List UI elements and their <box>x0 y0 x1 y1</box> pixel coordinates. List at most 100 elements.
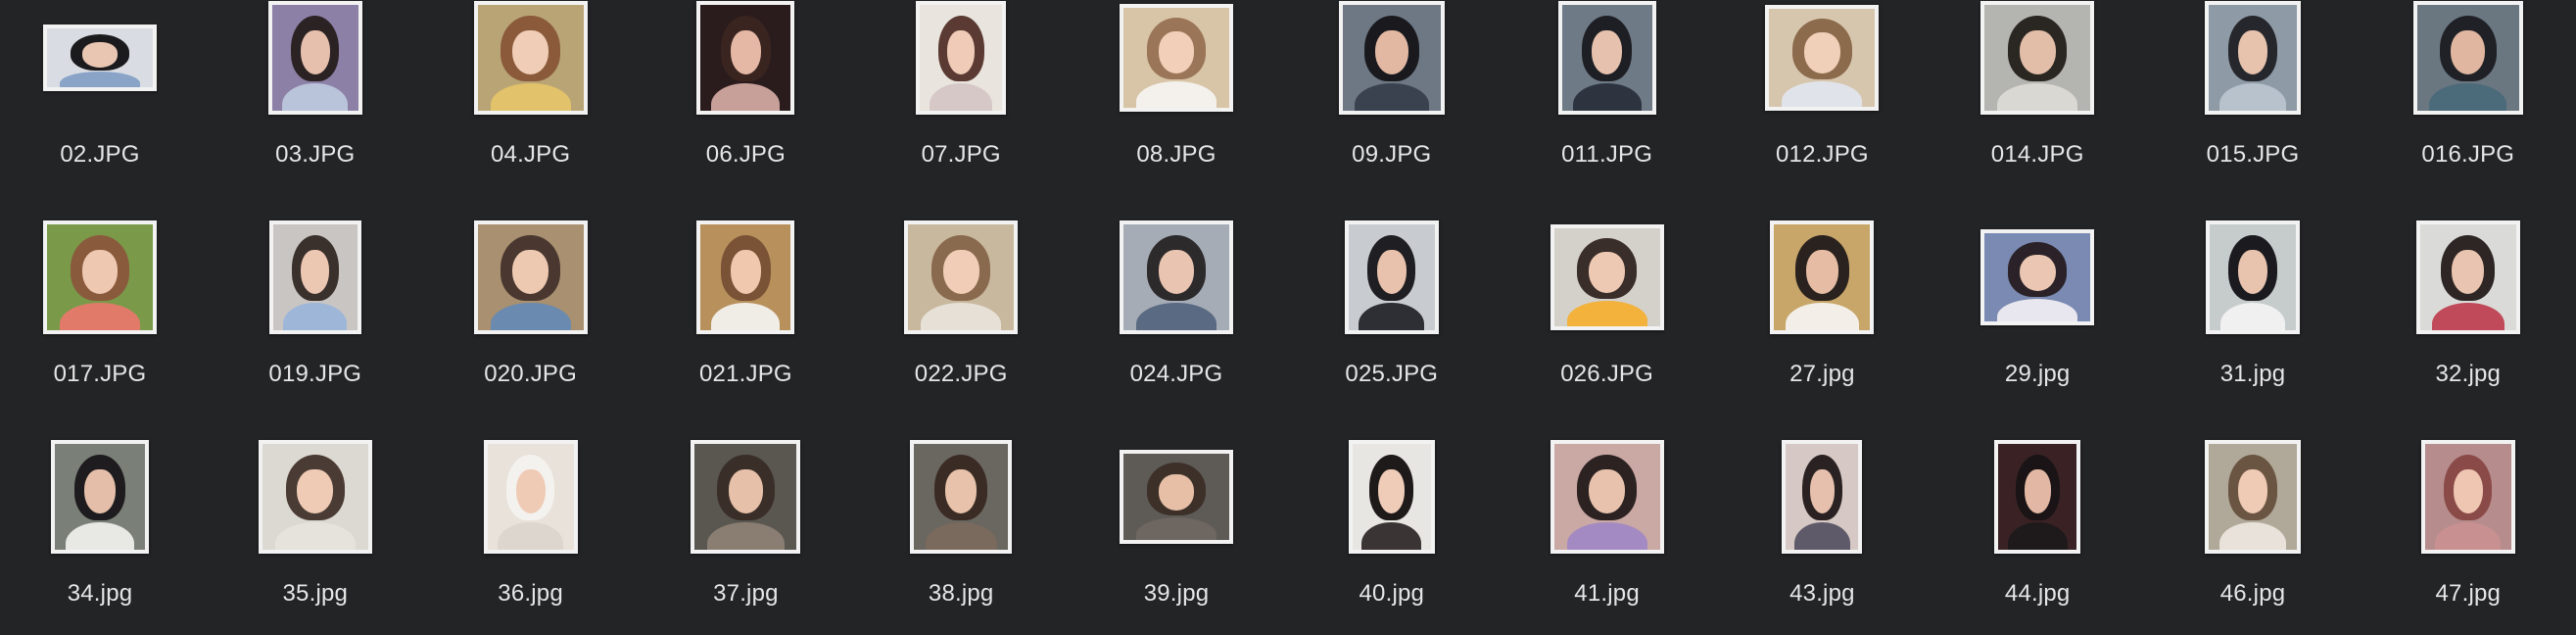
image-thumbnail[interactable] <box>1557 1 1656 115</box>
image-thumbnail[interactable] <box>1782 440 1863 554</box>
thumbnail-container <box>1724 439 1920 555</box>
file-item[interactable]: 015.JPG <box>2155 0 2351 196</box>
image-thumbnail[interactable] <box>1120 450 1233 544</box>
image-thumbnail[interactable] <box>1550 224 1664 330</box>
thumbnail-container <box>863 220 1059 335</box>
file-name-label: 43.jpg <box>1789 580 1855 607</box>
image-thumbnail[interactable] <box>1344 220 1439 334</box>
file-item[interactable]: 06.JPG <box>647 0 843 196</box>
thumbnail-container <box>647 220 843 335</box>
file-name-label: 011.JPG <box>1561 141 1653 168</box>
image-thumbnail[interactable] <box>2415 220 2520 334</box>
file-item[interactable]: 41.jpg <box>1509 439 1705 635</box>
thumbnail-container <box>647 0 843 116</box>
image-thumbnail[interactable] <box>2205 440 2301 554</box>
file-item[interactable]: 02.JPG <box>2 0 198 196</box>
file-item[interactable]: 36.jpg <box>433 439 629 635</box>
image-thumbnail[interactable] <box>696 1 795 115</box>
image-thumbnail[interactable] <box>1770 220 1875 334</box>
image-thumbnail[interactable] <box>258 440 372 554</box>
image-thumbnail[interactable] <box>696 220 795 334</box>
thumbnail-container <box>1078 0 1274 116</box>
file-item[interactable]: 43.jpg <box>1724 439 1920 635</box>
photo-face <box>1376 249 1407 295</box>
thumbnail-container <box>2 439 198 555</box>
file-item[interactable]: 38.jpg <box>863 439 1059 635</box>
file-item[interactable]: 04.JPG <box>433 0 629 196</box>
image-thumbnail[interactable] <box>43 24 157 91</box>
file-item[interactable]: 08.JPG <box>1078 0 1274 196</box>
image-thumbnail[interactable] <box>1765 5 1880 111</box>
file-item[interactable]: 31.jpg <box>2155 220 2351 415</box>
file-name-label: 34.jpg <box>67 580 133 607</box>
image-thumbnail[interactable] <box>473 1 588 115</box>
thumbnail-container <box>2155 220 2351 335</box>
image-thumbnail[interactable] <box>1120 4 1233 112</box>
photo-face <box>730 249 762 295</box>
photo-face <box>1589 252 1625 293</box>
file-item[interactable]: 025.JPG <box>1294 220 1490 415</box>
image-thumbnail[interactable] <box>2412 1 2523 115</box>
image-thumbnail[interactable] <box>2205 1 2301 115</box>
image-thumbnail[interactable] <box>43 220 157 334</box>
photo-face <box>2024 468 2051 514</box>
image-thumbnail[interactable] <box>916 1 1007 115</box>
file-name-label: 08.JPG <box>1136 141 1216 168</box>
file-item[interactable]: 44.jpg <box>1939 439 2135 635</box>
file-name-label: 40.jpg <box>1359 580 1425 607</box>
image-thumbnail[interactable] <box>1994 440 2081 554</box>
photo-face <box>728 468 764 514</box>
image-thumbnail[interactable] <box>268 220 361 334</box>
file-item[interactable]: 021.JPG <box>647 220 843 415</box>
file-item[interactable]: 29.jpg <box>1939 220 2135 415</box>
file-item[interactable]: 27.jpg <box>1724 220 1920 415</box>
image-thumbnail[interactable] <box>1980 229 2095 325</box>
image-thumbnail[interactable] <box>910 440 1013 554</box>
file-item[interactable]: 35.jpg <box>217 439 413 635</box>
file-item[interactable]: 03.JPG <box>217 0 413 196</box>
file-name-label: 38.jpg <box>928 580 994 607</box>
photo-face <box>84 468 116 514</box>
image-thumbnail[interactable] <box>1338 1 1445 115</box>
file-item[interactable]: 37.jpg <box>647 439 843 635</box>
file-name-label: 019.JPG <box>268 361 362 387</box>
file-item[interactable]: 46.jpg <box>2155 439 2351 635</box>
image-thumbnail[interactable] <box>267 1 362 115</box>
image-thumbnail[interactable] <box>2420 440 2515 554</box>
image-thumbnail[interactable] <box>51 440 149 554</box>
image-thumbnail[interactable] <box>1348 440 1435 554</box>
file-item[interactable]: 014.JPG <box>1939 0 2135 196</box>
photo-face <box>1809 468 1835 514</box>
file-item[interactable]: 016.JPG <box>2370 0 2566 196</box>
photo-face <box>1804 32 1840 73</box>
image-thumbnail[interactable] <box>483 440 578 554</box>
image-thumbnail[interactable] <box>1120 220 1233 334</box>
file-item[interactable]: 09.JPG <box>1294 0 1490 196</box>
file-item[interactable]: 40.jpg <box>1294 439 1490 635</box>
file-item[interactable]: 020.JPG <box>433 220 629 415</box>
photo-face <box>1805 249 1839 295</box>
image-thumbnail[interactable] <box>1550 440 1664 554</box>
file-item[interactable]: 07.JPG <box>863 0 1059 196</box>
image-thumbnail[interactable] <box>1980 1 2095 115</box>
image-thumbnail[interactable] <box>904 220 1019 334</box>
file-name-label: 017.JPG <box>53 361 147 387</box>
file-item[interactable]: 026.JPG <box>1509 220 1705 415</box>
photo-face <box>1589 468 1625 514</box>
file-item[interactable]: 47.jpg <box>2370 439 2566 635</box>
file-item[interactable]: 011.JPG <box>1509 0 1705 196</box>
file-item[interactable]: 012.JPG <box>1724 0 1920 196</box>
file-item[interactable]: 32.jpg <box>2370 220 2566 415</box>
file-item[interactable]: 34.jpg <box>2 439 198 635</box>
thumbnail-container <box>1724 220 1920 335</box>
image-thumbnail[interactable] <box>691 440 801 554</box>
file-item[interactable]: 39.jpg <box>1078 439 1274 635</box>
image-thumbnail[interactable] <box>473 220 588 334</box>
photo-face <box>2238 249 2267 295</box>
image-thumbnail[interactable] <box>2206 220 2300 334</box>
file-item[interactable]: 019.JPG <box>217 220 413 415</box>
file-item[interactable]: 022.JPG <box>863 220 1059 415</box>
file-item[interactable]: 017.JPG <box>2 220 198 415</box>
thumbnail-container <box>1509 220 1705 335</box>
file-item[interactable]: 024.JPG <box>1078 220 1274 415</box>
